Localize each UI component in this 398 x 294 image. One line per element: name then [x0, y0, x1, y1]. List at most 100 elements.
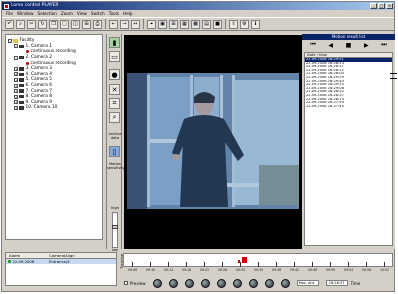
step-back-icon[interactable]: [184, 278, 194, 288]
video-view[interactable]: [124, 35, 302, 249]
expand-icon[interactable]: ↔: [131, 19, 140, 29]
archive-toggle-icon[interactable]: ▯: [109, 146, 120, 157]
tree-item-label: 10. Camera 10: [25, 105, 58, 111]
tree-item-label: 5. Camera 5: [25, 77, 52, 83]
time-field[interactable]: 16:28:37: [325, 280, 348, 286]
next-icon[interactable]: ▶: [364, 42, 369, 49]
expand-icon[interactable]: +: [14, 105, 18, 110]
tree-item-label: 8. Camera 8: [25, 94, 52, 100]
fast-forward-icon[interactable]: [264, 278, 274, 288]
record-button-icon[interactable]: ●: [109, 69, 120, 80]
skip-back-icon[interactable]: [152, 278, 162, 288]
grid-9-icon[interactable]: ▦: [180, 19, 189, 29]
delete-icon[interactable]: ✕: [109, 84, 120, 95]
callout-line: [390, 78, 397, 79]
timeline-tick-label: 09:38: [272, 268, 282, 272]
close-button[interactable]: ×: [386, 3, 393, 9]
info-icon[interactable]: ℹ: [251, 19, 260, 29]
collapse-icon[interactable]: -: [8, 38, 12, 43]
print-icon[interactable]: ⎙: [93, 19, 102, 29]
cut-icon[interactable]: ✂: [27, 19, 36, 29]
zoom-icon[interactable]: ⌖: [147, 19, 156, 29]
expand-icon[interactable]: +: [14, 77, 18, 82]
timeline-tick-label: 09:50: [326, 268, 336, 272]
grid-16-icon[interactable]: ▩: [191, 19, 200, 29]
back-icon[interactable]: ←: [109, 19, 118, 29]
menu-zoom[interactable]: Zoom: [61, 10, 73, 17]
timeline-tick: [186, 262, 187, 267]
timeline[interactable]: Timeline 09:06 09:10 09:14 09:18 09:22 09:26 0…: [120, 252, 395, 276]
grid-1-icon[interactable]: ▣: [158, 19, 167, 29]
expand-icon[interactable]: +: [14, 66, 18, 71]
snapshot-icon[interactable]: ▭: [109, 51, 120, 62]
column-header-camera[interactable]: Camera/Align: [46, 253, 75, 258]
menu-bar: File Window Selection Zoom View Switch T…: [2, 10, 394, 17]
skip-forward-icon[interactable]: [280, 278, 290, 288]
copy-icon[interactable]: ❐: [49, 19, 58, 29]
expand-icon[interactable]: +: [14, 94, 18, 99]
collapse-icon[interactable]: -: [14, 55, 18, 60]
forward-icon[interactable]: →: [120, 19, 129, 29]
timeline-tick-label: 09:10: [146, 268, 156, 272]
menu-switch[interactable]: Switch: [91, 10, 105, 17]
timeline-tick: [204, 262, 205, 267]
open-icon[interactable]: ⌕: [16, 19, 25, 29]
camera-icon: [19, 78, 24, 82]
expand-icon[interactable]: +: [14, 72, 18, 77]
export-icon[interactable]: ⇪: [229, 19, 238, 29]
menu-selection[interactable]: Selection: [38, 10, 57, 17]
timeline-tick: [276, 262, 277, 267]
pause-icon[interactable]: [216, 278, 226, 288]
result-row[interactable]: 22.09.2006 16:27:45: [305, 105, 392, 109]
last-icon[interactable]: ⏭: [381, 41, 386, 49]
minimize-button[interactable]: _: [370, 3, 377, 9]
preview-checkbox[interactable]: [124, 281, 128, 285]
magnify-icon[interactable]: ⌕: [109, 112, 120, 123]
layout-4-icon[interactable]: ⊞: [82, 19, 91, 29]
app-window: Lorex control PLAYER _ □ × File Window S…: [1, 1, 395, 292]
column-header-alarm[interactable]: Alarm: [6, 253, 46, 258]
alarm-marker[interactable]: [237, 260, 240, 263]
previous-icon[interactable]: ◀: [328, 42, 333, 49]
timeline-tick-label: 09:34: [254, 268, 264, 272]
refresh-icon[interactable]: ↻: [38, 19, 47, 29]
event-row[interactable]: 22.09.2006 Entrance/4: [6, 259, 116, 264]
speed-dropdown[interactable]: Max. Ant.: [296, 280, 319, 286]
window-controls: _ □ ×: [370, 3, 393, 9]
slider-handle[interactable]: [112, 225, 118, 229]
preview-label: Preview: [130, 280, 146, 286]
expand-icon[interactable]: +: [14, 83, 18, 88]
menu-window[interactable]: Window: [17, 10, 34, 17]
settings-icon[interactable]: ⚙: [240, 19, 249, 29]
zoom-region-icon[interactable]: ⌗: [109, 98, 120, 109]
menu-tools[interactable]: Tools: [109, 10, 119, 17]
step-forward-icon[interactable]: [248, 278, 258, 288]
sensitivity-slider[interactable]: [112, 212, 118, 248]
first-icon[interactable]: ⏮: [310, 41, 315, 49]
timeline-tick-label: 09:58: [362, 268, 372, 272]
live-view-icon[interactable]: ▮: [109, 37, 120, 48]
stop-icon[interactable]: ■: [346, 42, 352, 49]
layout-2-icon[interactable]: ◫: [71, 19, 80, 29]
layout-1-icon[interactable]: ▢: [60, 19, 69, 29]
menu-file[interactable]: File: [6, 10, 13, 17]
alarm-marker[interactable]: [241, 257, 247, 263]
menu-help[interactable]: Help: [123, 10, 133, 17]
record-icon: [26, 50, 29, 54]
grid-custom-icon[interactable]: ▤: [202, 19, 211, 29]
play-icon[interactable]: [232, 278, 242, 288]
tree-item-camera-10[interactable]: + 10. Camera 10: [8, 105, 100, 111]
expand-icon[interactable]: +: [14, 100, 18, 105]
timeline-track[interactable]: 09:06 09:10 09:14 09:18 09:22 09:26 09:30 09:34…: [123, 253, 393, 272]
play-reverse-icon[interactable]: [200, 278, 210, 288]
undo-icon[interactable]: ↶: [5, 19, 14, 29]
maximize-button[interactable]: □: [378, 3, 385, 9]
menu-view[interactable]: View: [77, 10, 87, 17]
timeline-tick: [384, 262, 385, 267]
rewind-icon[interactable]: [168, 278, 178, 288]
grid-4-icon[interactable]: ⊞: [169, 19, 178, 29]
timeline-tick: [294, 262, 295, 267]
expand-icon[interactable]: +: [14, 89, 18, 94]
grid-full-icon[interactable]: ■: [213, 19, 222, 29]
collapse-icon[interactable]: -: [14, 44, 18, 49]
